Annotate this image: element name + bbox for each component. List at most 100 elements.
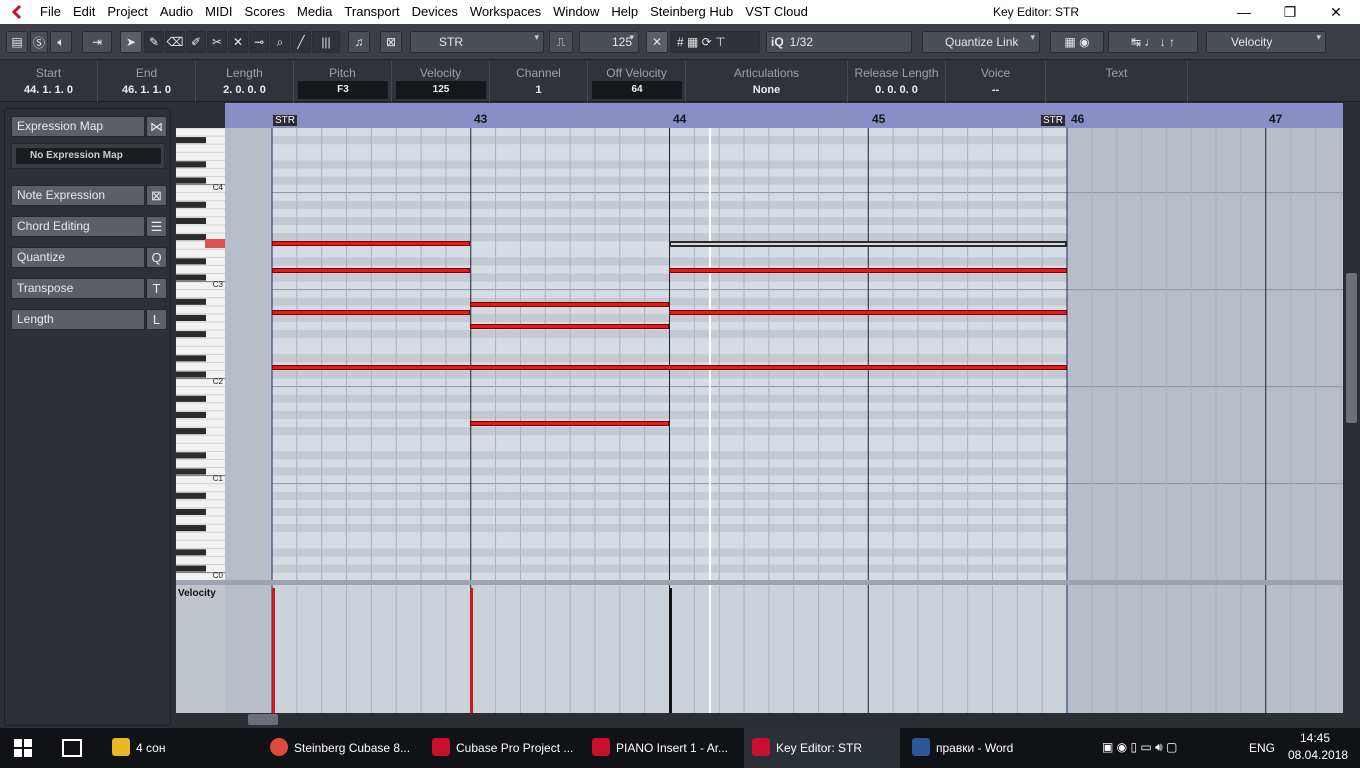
note-display[interactable] — [225, 128, 1343, 580]
acoustic-feedback-icon[interactable]: ♫ — [348, 31, 370, 53]
black-key[interactable] — [176, 468, 206, 475]
insert-velocity-field[interactable]: 125 — [579, 31, 639, 53]
velocity-lane[interactable] — [225, 585, 1343, 713]
info-articulations[interactable]: Articulations None — [686, 61, 848, 102]
velocity-bar-selected[interactable] — [669, 588, 672, 713]
midi-note[interactable] — [272, 310, 470, 315]
clock-date[interactable]: 08.04.2018 — [1288, 748, 1348, 762]
info-length-value[interactable]: 2. 0. 0. 0 — [196, 84, 293, 96]
windows-start-icon[interactable] — [14, 739, 32, 757]
info-velocity-value[interactable]: 125 — [396, 81, 486, 99]
info-text[interactable]: Text — [1046, 61, 1188, 102]
menu-help[interactable]: Help — [605, 0, 644, 24]
black-key[interactable] — [176, 395, 206, 402]
velocity-bar[interactable] — [272, 588, 275, 713]
info-end-value[interactable]: 46. 1. 1. 0 — [98, 84, 195, 96]
expression-map-setup-icon[interactable]: ⋈ — [146, 116, 167, 137]
line-tool-icon[interactable]: ╱ — [291, 31, 311, 53]
length-section[interactable]: Length — [11, 309, 145, 330]
info-off-velocity[interactable]: Off Velocity 64 — [588, 61, 686, 102]
minimize-button[interactable]: — — [1221, 0, 1267, 24]
black-key[interactable] — [176, 331, 206, 338]
length-quantize-field[interactable]: Quantize Link — [922, 31, 1040, 53]
snap-icon[interactable]: ✕ — [646, 31, 668, 53]
midi-note[interactable] — [272, 365, 1067, 370]
quantize-section[interactable]: Quantize — [11, 247, 145, 268]
black-key[interactable] — [176, 428, 206, 435]
zoom-tool-icon[interactable]: ⌕ — [270, 31, 290, 53]
part-border-icon[interactable]: ⊠ — [380, 31, 402, 53]
black-key[interactable] — [176, 177, 206, 184]
menu-scores[interactable]: Scores — [239, 0, 291, 24]
black-key[interactable] — [176, 411, 206, 418]
chord-editing-section[interactable]: Chord Editing — [11, 216, 145, 237]
menu-devices[interactable]: Devices — [406, 0, 464, 24]
listen-icon[interactable]: 🔈︎ — [50, 31, 72, 53]
object-selection-tool-icon[interactable]: ➤ — [120, 31, 142, 53]
black-key[interactable] — [176, 452, 206, 459]
horizontal-scrollbar[interactable] — [176, 713, 1360, 726]
menu-vst-cloud[interactable]: VST Cloud — [739, 0, 814, 24]
quantize-key-icon[interactable]: Q — [146, 247, 167, 268]
midi-note[interactable] — [669, 310, 1067, 315]
taskbar-item-chrome[interactable]: Steinberg Cubase 8... — [262, 728, 416, 768]
clock-time[interactable]: 14:45 — [1300, 731, 1330, 745]
black-key[interactable] — [176, 314, 206, 321]
expression-map-section[interactable]: Expression Map — [11, 116, 145, 137]
midi-note[interactable] — [470, 302, 669, 307]
midi-note[interactable] — [470, 421, 669, 426]
transpose-section[interactable]: Transpose — [11, 278, 145, 299]
menu-audio[interactable]: Audio — [154, 0, 199, 24]
black-key[interactable] — [176, 137, 206, 144]
chord-editing-icon[interactable]: ☰ — [146, 216, 167, 237]
velocity-zoom-bar[interactable] — [1343, 585, 1360, 713]
black-key[interactable] — [176, 549, 206, 556]
info-voice-value[interactable]: -- — [946, 84, 1045, 96]
menu-edit[interactable]: Edit — [67, 0, 101, 24]
info-start-value[interactable]: 44. 1. 1. 0 — [0, 84, 97, 96]
step-input-icon[interactable]: ▦ ◉ — [1050, 31, 1104, 53]
draw-tool-icon[interactable]: ✎ — [144, 31, 164, 53]
menu-media[interactable]: Media — [291, 0, 338, 24]
info-channel-value[interactable]: 1 — [490, 84, 587, 96]
maximize-button[interactable]: ❐ — [1267, 0, 1313, 24]
black-key[interactable] — [176, 217, 206, 224]
keyboard-keys[interactable] — [176, 128, 225, 580]
info-channel[interactable]: Channel 1 — [490, 61, 588, 102]
vertical-scroll-thumb[interactable] — [1346, 273, 1357, 423]
taskbar-item-word[interactable]: правки - Word — [904, 728, 1060, 768]
black-key[interactable] — [176, 234, 206, 241]
black-key[interactable] — [176, 201, 206, 208]
black-key[interactable] — [176, 565, 206, 572]
vertical-scrollbar[interactable] — [1343, 103, 1360, 583]
ruler[interactable]: STR STR 43 44 45 46 47 — [225, 103, 1343, 128]
layout-icon[interactable]: ▤ — [6, 31, 28, 53]
note-expression-section[interactable]: Note Expression — [11, 185, 145, 206]
expression-map-select[interactable]: No Expression Map — [16, 148, 161, 164]
black-key[interactable] — [176, 371, 206, 378]
info-voice[interactable]: Voice -- — [946, 61, 1046, 102]
taskbar-item-cubase-project[interactable]: Cubase Pro Project ... — [424, 728, 580, 768]
grid-type-icon[interactable]: # ▦ ⟳ ⊤ — [670, 31, 760, 53]
glue-tool-icon[interactable]: ⊸ — [249, 31, 269, 53]
info-release-length-value[interactable]: 0. 0. 0. 0 — [848, 84, 945, 96]
language-indicator[interactable]: ENG — [1249, 728, 1275, 768]
black-key[interactable] — [176, 161, 206, 168]
info-off-velocity-value[interactable]: 64 — [592, 81, 682, 99]
piano-keyboard[interactable]: C4 C3 C2 C1 C0 — [176, 128, 225, 580]
menu-steinberg-hub[interactable]: Steinberg Hub — [644, 0, 739, 24]
split-tool-icon[interactable]: ✂ — [207, 31, 227, 53]
indicate-transpositions-icon[interactable]: ⎍ — [549, 31, 573, 53]
menu-transport[interactable]: Transport — [338, 0, 405, 24]
info-articulations-value[interactable]: None — [686, 84, 847, 96]
midi-note-selected[interactable] — [669, 241, 1067, 247]
cubase-logo-icon[interactable] — [0, 0, 34, 24]
trim-tool-icon[interactable]: ✐ — [186, 31, 206, 53]
taskbar-item-key-editor[interactable]: Key Editor: STR — [744, 728, 900, 768]
midi-note[interactable] — [272, 241, 470, 246]
menu-window[interactable]: Window — [547, 0, 605, 24]
quantize-preset-field[interactable]: iQ 1/32 — [766, 31, 912, 53]
solo-icon[interactable]: Ⓢ — [30, 31, 48, 53]
timewarp-tool-icon[interactable]: ||| — [312, 31, 340, 53]
menu-file[interactable]: File — [34, 0, 67, 24]
